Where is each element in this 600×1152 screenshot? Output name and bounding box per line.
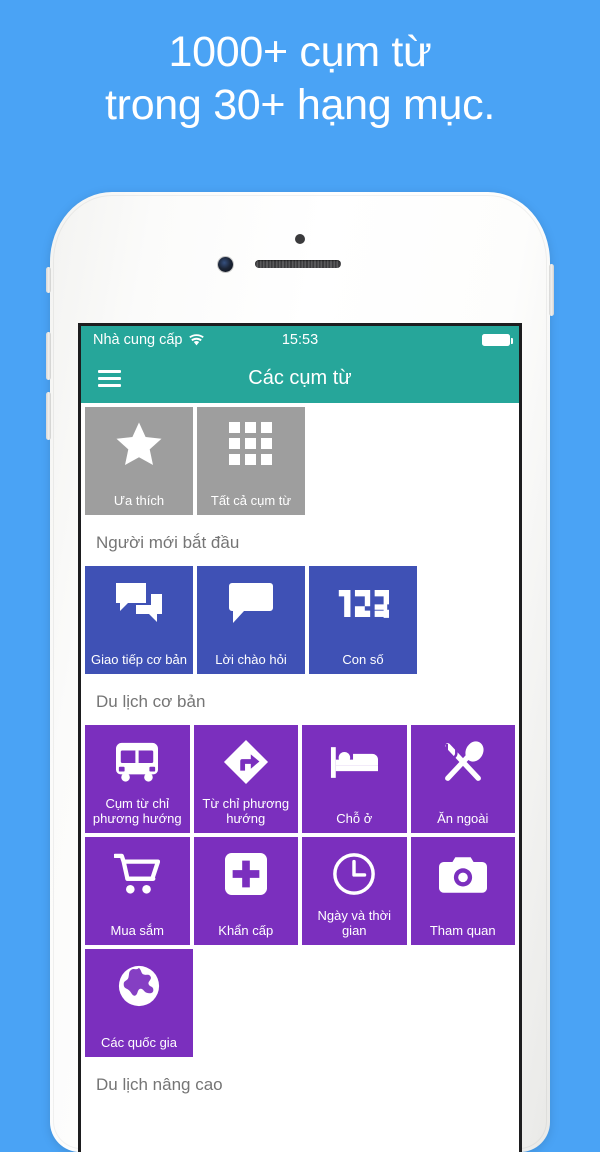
camera-icon bbox=[411, 837, 516, 911]
proximity-sensor-icon bbox=[295, 234, 305, 244]
status-bar: Nhà cung cấp 15:53 bbox=[81, 326, 519, 354]
tile-label: Tham quan bbox=[429, 922, 496, 938]
basic-travel-row-1: Cụm từ chỉ phương hướng Từ chỉ phương hư… bbox=[81, 725, 519, 833]
tile-label: Ngày và thời gian bbox=[317, 908, 392, 938]
tile-label: Giao tiếp cơ bản bbox=[91, 651, 187, 667]
basic-travel-row-2: Mua sắm Khẩn cấp Ngày và thời gian Tham … bbox=[81, 837, 519, 945]
cutlery-icon bbox=[411, 725, 516, 799]
bed-icon bbox=[302, 725, 407, 799]
tile-accommodation[interactable]: Chỗ ở bbox=[302, 725, 407, 833]
status-bar-left: Nhà cung cấp bbox=[93, 332, 205, 348]
quick-access-row: Ưa thích Tất cả cụm từ bbox=[81, 403, 519, 515]
tile-direction-phrases[interactable]: Cụm từ chỉ phương hướng bbox=[85, 725, 190, 833]
clock-icon bbox=[302, 837, 407, 911]
tile-label: Chỗ ở bbox=[336, 810, 373, 826]
section-header-advanced-travel: Du lịch nâng cao bbox=[96, 1075, 223, 1094]
chat-bubbles-icon bbox=[85, 566, 193, 640]
tile-sightseeing[interactable]: Tham quan bbox=[410, 837, 516, 945]
front-camera-icon bbox=[218, 257, 233, 272]
tile-label: Con số bbox=[342, 651, 384, 667]
tile-countries[interactable]: Các quốc gia bbox=[85, 949, 193, 1057]
tile-eating-out[interactable]: Ăn ngoài bbox=[410, 725, 516, 833]
status-bar-right bbox=[482, 334, 513, 346]
chat-bubble-icon bbox=[197, 566, 305, 640]
plus-cross-icon bbox=[194, 837, 299, 911]
app-navigation-bar: Các cụm từ bbox=[81, 354, 519, 403]
tile-label: Khẩn cấp bbox=[218, 922, 274, 938]
tile-basic-conversation[interactable]: Giao tiếp cơ bản bbox=[85, 566, 193, 674]
tile-label: Cụm từ chỉ phương hướng bbox=[92, 796, 182, 826]
volume-down-button[interactable] bbox=[46, 392, 51, 440]
power-button[interactable] bbox=[549, 264, 554, 316]
tile-label: Ăn ngoài bbox=[437, 810, 489, 826]
battery-icon bbox=[482, 334, 513, 346]
tile-label: Mua sắm bbox=[110, 922, 164, 938]
tile-label: Tất cả cụm từ bbox=[210, 492, 292, 508]
numbers-123-icon bbox=[309, 566, 417, 640]
category-list[interactable]: Ưa thích Tất cả cụm từ Người mới bắt đầu… bbox=[81, 403, 519, 1108]
tile-direction-words[interactable]: Từ chỉ phương hướng bbox=[193, 725, 299, 833]
volume-up-button[interactable] bbox=[46, 332, 51, 380]
tile-label: Ưa thích bbox=[113, 492, 165, 508]
tile-label: Lời chào hỏi bbox=[215, 651, 287, 667]
section-header-beginner: Người mới bắt đầu bbox=[96, 533, 240, 552]
beginner-row: Giao tiếp cơ bản Lời chào hỏi Con số bbox=[81, 566, 519, 674]
wifi-icon bbox=[189, 334, 205, 346]
star-icon bbox=[85, 407, 193, 481]
promo-headline: 1000+ cụm từ trong 30+ hạng mục. bbox=[105, 28, 495, 129]
phone-screen: Nhà cung cấp 15:53 Các cụm từ Ưa thích T… bbox=[78, 323, 522, 1152]
tile-greetings[interactable]: Lời chào hỏi bbox=[197, 566, 305, 674]
phone-device-frame: Nhà cung cấp 15:53 Các cụm từ Ưa thích T… bbox=[46, 192, 554, 1152]
basic-travel-row-3: Các quốc gia bbox=[81, 949, 519, 1057]
hamburger-menu-icon[interactable] bbox=[98, 370, 121, 387]
grid-icon bbox=[197, 407, 305, 481]
globe-icon bbox=[85, 949, 193, 1023]
tile-date-time[interactable]: Ngày và thời gian bbox=[302, 837, 407, 945]
tile-favorites[interactable]: Ưa thích bbox=[85, 407, 193, 515]
shopping-cart-icon bbox=[85, 837, 190, 911]
tile-label: Từ chỉ phương hướng bbox=[202, 796, 290, 826]
tile-shopping[interactable]: Mua sắm bbox=[85, 837, 190, 945]
tile-label: Các quốc gia bbox=[101, 1034, 177, 1050]
page-title: Các cụm từ bbox=[248, 367, 352, 389]
silent-switch-button[interactable] bbox=[46, 267, 51, 293]
section-header-basic-travel: Du lịch cơ bản bbox=[96, 692, 206, 711]
tile-all-phrases[interactable]: Tất cả cụm từ bbox=[197, 407, 305, 515]
carrier-label: Nhà cung cấp bbox=[93, 332, 183, 348]
tile-numbers[interactable]: Con số bbox=[309, 566, 417, 674]
bus-icon bbox=[85, 725, 190, 799]
tile-emergency[interactable]: Khẩn cấp bbox=[193, 837, 299, 945]
earpiece-speaker-icon bbox=[255, 260, 341, 268]
direction-sign-icon bbox=[194, 725, 299, 799]
